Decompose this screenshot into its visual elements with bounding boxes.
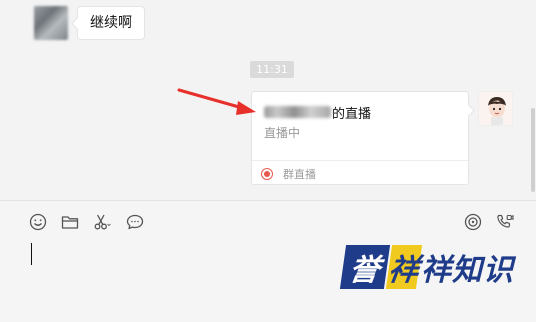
watermark-box-2: 祥 <box>385 245 423 289</box>
chat-scrollbar[interactable] <box>531 108 535 192</box>
sender-avatar[interactable] <box>34 6 68 40</box>
scissors-icon[interactable] <box>91 211 113 233</box>
message-composer[interactable]: 誉 祥 祥知识 <box>0 201 536 322</box>
watermark-text: 祥知识 <box>421 253 514 288</box>
chat-history: 继续啊 11:31 的直播 直播中 群直播 <box>0 0 536 200</box>
live-dot-icon <box>261 168 273 180</box>
watermark-logo: 誉 祥 祥知识 <box>339 245 514 289</box>
self-avatar[interactable] <box>478 91 513 126</box>
folder-icon[interactable] <box>59 211 81 233</box>
video-call-icon[interactable] <box>494 211 516 233</box>
live-stream-icon[interactable] <box>462 211 484 233</box>
incoming-message-bubble[interactable]: 继续啊 <box>77 6 145 40</box>
blurred-streamer-name <box>264 106 331 118</box>
incoming-message-text: 继续啊 <box>90 15 132 31</box>
live-status-text: 直播中 <box>264 126 301 140</box>
live-card-title: 的直播 <box>332 106 372 122</box>
emoji-icon[interactable] <box>27 211 49 233</box>
message-timestamp: 11:31 <box>250 61 294 78</box>
live-stream-card[interactable]: 的直播 直播中 群直播 <box>251 91 469 185</box>
watermark-box-1: 誉 <box>339 245 391 289</box>
group-live-label: 群直播 <box>283 168 316 181</box>
live-card-footer: 群直播 <box>261 166 316 182</box>
chat-bubble-icon[interactable] <box>124 211 146 233</box>
cartoon-avatar-icon <box>479 92 512 125</box>
text-input-caret[interactable] <box>31 243 32 265</box>
card-divider <box>252 160 468 161</box>
live-card-title-row: 的直播 <box>264 103 372 122</box>
